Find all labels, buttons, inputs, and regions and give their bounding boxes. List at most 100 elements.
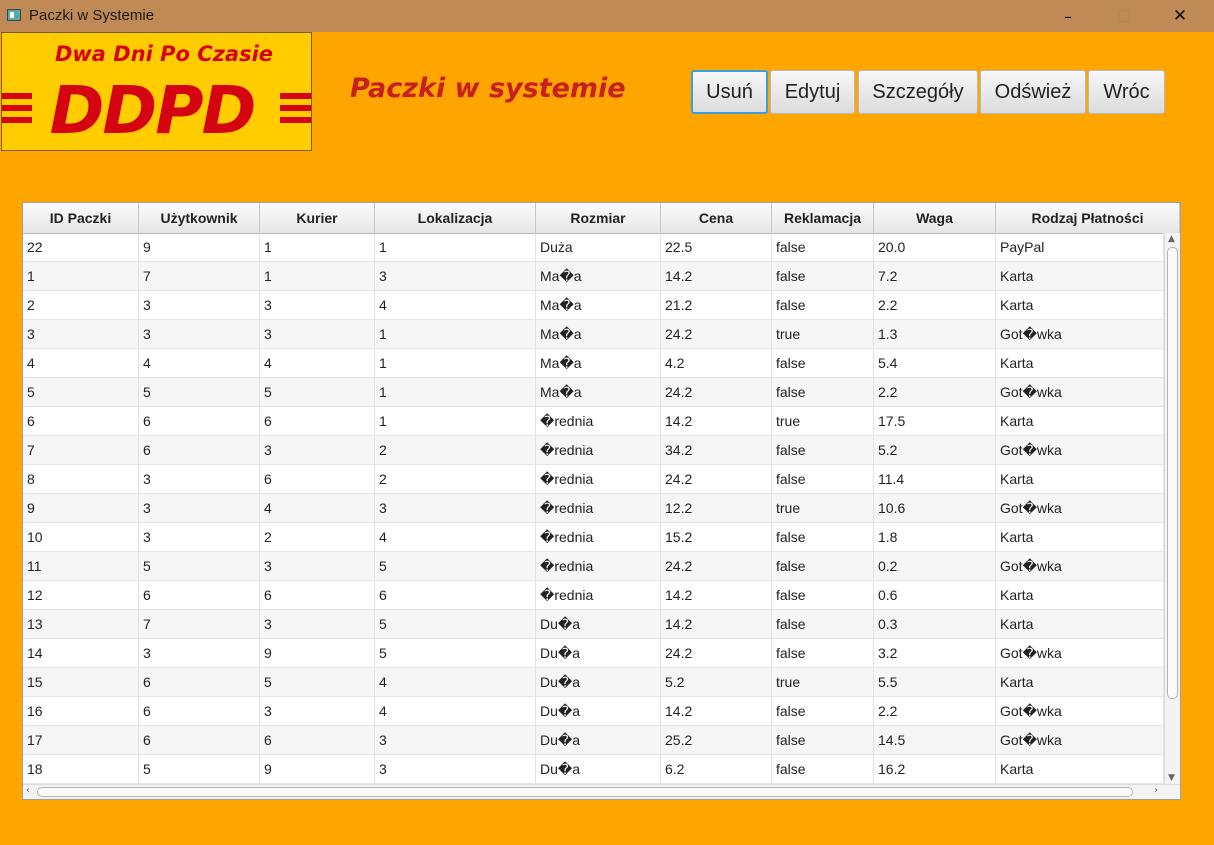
- table-cell-rodzaj-platnosci: Karta: [996, 668, 1164, 696]
- table-cell-lokalizacja: 5: [375, 639, 536, 667]
- table-cell-rozmiar: Ma�a: [536, 291, 661, 319]
- table-cell-rodzaj-platnosci: Got�wka: [996, 639, 1164, 667]
- table-row[interactable]: 7 6 3 2 �rednia 34.2 false 5.2 Got�wka: [23, 436, 1164, 465]
- table-cell-lokalizacja: 4: [375, 668, 536, 696]
- table-cell-rodzaj-platnosci: Karta: [996, 610, 1164, 638]
- refresh-button[interactable]: Odśwież: [980, 70, 1086, 114]
- column-header-rozmiar[interactable]: Rozmiar: [536, 203, 661, 233]
- table-cell-rozmiar: �rednia: [536, 581, 661, 609]
- table-cell-id-paczki: 17: [23, 726, 139, 754]
- column-header-uzytkownik[interactable]: Użytkownik: [139, 203, 260, 233]
- maximize-icon: ☐: [1116, 6, 1132, 26]
- table-cell-waga: 0.3: [874, 610, 996, 638]
- table-row[interactable]: 1 7 1 3 Ma�a 14.2 false 7.2 Karta: [23, 262, 1164, 291]
- table-cell-rozmiar: Du�a: [536, 639, 661, 667]
- table-cell-lokalizacja: 3: [375, 755, 536, 783]
- edit-button[interactable]: Edytuj: [770, 70, 855, 114]
- vertical-scroll-thumb[interactable]: [1167, 247, 1178, 699]
- table-cell-cena: 25.2: [661, 726, 772, 754]
- table-row[interactable]: 12 6 6 6 �rednia 14.2 false 0.6 Karta: [23, 581, 1164, 610]
- table-cell-lokalizacja: 1: [375, 349, 536, 377]
- table-cell-cena: 15.2: [661, 523, 772, 551]
- table-row[interactable]: 15 6 5 4 Du�a 5.2 true 5.5 Karta: [23, 668, 1164, 697]
- table-row[interactable]: 17 6 6 3 Du�a 25.2 false 14.5 Got�wka: [23, 726, 1164, 755]
- table-cell-id-paczki: 9: [23, 494, 139, 522]
- column-header-id-paczki[interactable]: ID Paczki: [23, 203, 139, 233]
- table-header: ID Paczki Użytkownik Kurier Lokalizacja Rozm…: [23, 203, 1180, 234]
- maximize-button[interactable]: ☐: [1096, 0, 1152, 32]
- table-cell-waga: 1.8: [874, 523, 996, 551]
- column-header-reklamacja[interactable]: Reklamacja: [772, 203, 874, 233]
- table-cell-waga: 17.5: [874, 407, 996, 435]
- table-row[interactable]: 2 3 3 4 Ma�a 21.2 false 2.2 Karta: [23, 291, 1164, 320]
- table-cell-uzytkownik: 6: [139, 697, 260, 725]
- table-cell-uzytkownik: 6: [139, 436, 260, 464]
- minimize-button[interactable]: –: [1040, 0, 1096, 32]
- table-row[interactable]: 11 5 3 5 �rednia 24.2 false 0.2 Got�wka: [23, 552, 1164, 581]
- vertical-scrollbar[interactable]: ▲ ▼: [1164, 233, 1180, 784]
- column-header-rodzaj-platnosci[interactable]: Rodzaj Płatności: [996, 203, 1180, 233]
- table-cell-reklamacja: false: [772, 233, 874, 261]
- table-cell-rozmiar: Du�a: [536, 668, 661, 696]
- horizontal-scrollbar[interactable]: ‹ ›: [23, 784, 1180, 799]
- column-header-cena[interactable]: Cena: [661, 203, 772, 233]
- horizontal-scroll-thumb[interactable]: [37, 787, 1133, 797]
- table-cell-reklamacja: true: [772, 494, 874, 522]
- table-row[interactable]: 18 5 9 3 Du�a 6.2 false 16.2 Karta: [23, 755, 1164, 784]
- scroll-right-icon[interactable]: ›: [1154, 785, 1158, 796]
- table-cell-kurier: 1: [260, 233, 375, 261]
- table-cell-cena: 14.2: [661, 407, 772, 435]
- table-cell-rozmiar: Du�a: [536, 697, 661, 725]
- packages-table[interactable]: ID Paczki Użytkownik Kurier Lokalizacja Rozm…: [22, 202, 1181, 800]
- table-row[interactable]: 14 3 9 5 Du�a 24.2 false 3.2 Got�wka: [23, 639, 1164, 668]
- table-cell-cena: 24.2: [661, 552, 772, 580]
- table-cell-reklamacja: false: [772, 697, 874, 725]
- table-cell-uzytkownik: 5: [139, 552, 260, 580]
- column-header-waga[interactable]: Waga: [874, 203, 996, 233]
- table-row[interactable]: 16 6 3 4 Du�a 14.2 false 2.2 Got�wka: [23, 697, 1164, 726]
- table-row[interactable]: 9 3 4 3 �rednia 12.2 true 10.6 Got�wka: [23, 494, 1164, 523]
- scroll-down-icon[interactable]: ▼: [1168, 773, 1175, 783]
- table-row[interactable]: 6 6 6 1 �rednia 14.2 true 17.5 Karta: [23, 407, 1164, 436]
- table-cell-kurier: 5: [260, 378, 375, 406]
- company-logo: Dwa Dni Po Czasie DDPD: [1, 32, 312, 151]
- close-button[interactable]: ✕: [1152, 0, 1208, 32]
- scroll-up-icon[interactable]: ▲: [1168, 234, 1175, 244]
- table-row[interactable]: 10 3 2 4 �rednia 15.2 false 1.8 Karta: [23, 523, 1164, 552]
- table-row[interactable]: 8 3 6 2 �rednia 24.2 false 11.4 Karta: [23, 465, 1164, 494]
- table-cell-waga: 3.2: [874, 639, 996, 667]
- table-cell-rozmiar: �rednia: [536, 494, 661, 522]
- table-cell-lokalizacja: 5: [375, 610, 536, 638]
- column-header-kurier[interactable]: Kurier: [260, 203, 375, 233]
- table-cell-cena: 21.2: [661, 291, 772, 319]
- logo-tagline: Dwa Dni Po Czasie: [55, 42, 273, 66]
- delete-button[interactable]: Usuń: [691, 70, 768, 114]
- table-cell-waga: 7.2: [874, 262, 996, 290]
- table-row[interactable]: 13 7 3 5 Du�a 14.2 false 0.3 Karta: [23, 610, 1164, 639]
- logo-graphic: Dwa Dni Po Czasie DDPD: [2, 42, 311, 149]
- minimize-icon: –: [1064, 6, 1072, 26]
- table-cell-reklamacja: false: [772, 523, 874, 551]
- column-header-lokalizacja[interactable]: Lokalizacja: [375, 203, 536, 233]
- table-cell-waga: 2.2: [874, 697, 996, 725]
- table-cell-kurier: 3: [260, 697, 375, 725]
- table-cell-lokalizacja: 1: [375, 320, 536, 348]
- table-row[interactable]: 5 5 5 1 Ma�a 24.2 false 2.2 Got�wka: [23, 378, 1164, 407]
- table-row[interactable]: 3 3 3 1 Ma�a 24.2 true 1.3 Got�wka: [23, 320, 1164, 349]
- table-cell-reklamacja: false: [772, 349, 874, 377]
- table-row[interactable]: 4 4 4 1 Ma�a 4.2 false 5.4 Karta: [23, 349, 1164, 378]
- table-body[interactable]: 22 9 1 1 Duża 22.5 false 20.0 PayPal 1 7 1 3 Ma�a 14.2…: [23, 233, 1164, 784]
- table-cell-rodzaj-platnosci: Karta: [996, 407, 1164, 435]
- table-cell-kurier: 6: [260, 465, 375, 493]
- table-cell-cena: 4.2: [661, 349, 772, 377]
- table-cell-reklamacja: false: [772, 378, 874, 406]
- page-title: Paczki w systemie: [350, 73, 626, 104]
- table-cell-waga: 14.5: [874, 726, 996, 754]
- details-button[interactable]: Szczegóły: [858, 70, 978, 114]
- scroll-left-icon[interactable]: ‹: [26, 785, 30, 796]
- table-cell-waga: 5.4: [874, 349, 996, 377]
- table-row[interactable]: 22 9 1 1 Duża 22.5 false 20.0 PayPal: [23, 233, 1164, 262]
- table-cell-cena: 14.2: [661, 697, 772, 725]
- back-button[interactable]: Wróc: [1088, 70, 1165, 114]
- table-cell-id-paczki: 6: [23, 407, 139, 435]
